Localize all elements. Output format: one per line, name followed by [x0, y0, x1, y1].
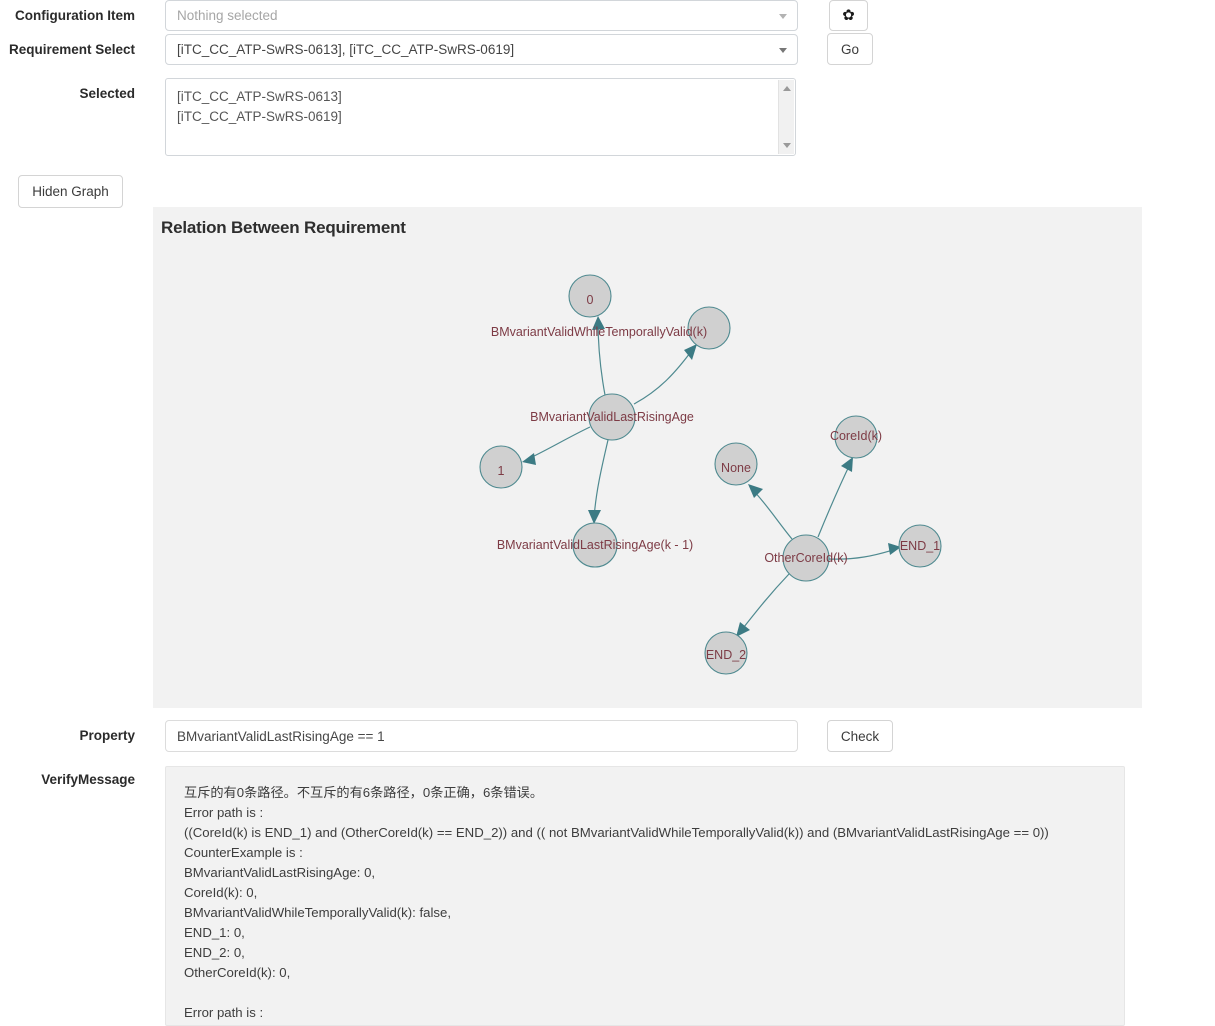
graph-node-label: BMvariantValidWhileTemporallyValid(k): [491, 325, 707, 339]
arrow-head-icon: [588, 510, 601, 524]
graph-node[interactable]: OtherCoreId(k): [764, 534, 848, 582]
settings-button[interactable]: ✿: [829, 0, 868, 31]
graph-node[interactable]: 1: [479, 445, 523, 489]
graph-node-label: END_2: [706, 648, 746, 662]
graph-edge: [633, 348, 694, 405]
graph-node-label: END_1: [900, 539, 940, 553]
list-item: [iTC_CC_ATP-SwRS-0613]: [177, 89, 342, 104]
list-item: [iTC_CC_ATP-SwRS-0619]: [177, 109, 342, 124]
requirement-select-value: [iTC_CC_ATP-SwRS-0613], [iTC_CC_ATP-SwRS…: [177, 42, 515, 57]
graph-node-label: None: [721, 461, 751, 475]
verify-message-label: VerifyMessage: [41, 772, 135, 787]
property-label: Property: [79, 728, 135, 743]
arrow-head-icon: [748, 484, 763, 498]
graph-node-label: BMvariantValidLastRisingAge: [530, 410, 694, 424]
graph-node-label: 0: [587, 293, 594, 307]
arrow-head-icon: [736, 622, 750, 637]
graph-panel: Relation Between Requirement 0 BMvariantV…: [153, 207, 1142, 708]
selected-label: Selected: [79, 86, 135, 101]
graph-node[interactable]: CoreId(k): [830, 415, 882, 459]
graph-edge: [739, 573, 790, 633]
graph-node-label: 1: [498, 464, 505, 478]
graph-node-label: OtherCoreId(k): [764, 551, 847, 565]
graph-node[interactable]: 0: [568, 274, 612, 318]
go-button[interactable]: Go: [827, 33, 873, 65]
graph-node[interactable]: None: [714, 442, 758, 486]
gear-icon: ✿: [842, 7, 855, 24]
graph-node[interactable]: END_2: [704, 631, 748, 675]
graph-edges: [522, 316, 901, 637]
scroll-up-icon[interactable]: [782, 86, 791, 91]
property-input[interactable]: [165, 720, 798, 752]
selected-scrollbar[interactable]: [778, 80, 794, 154]
selected-items: [iTC_CC_ATP-SwRS-0613] [iTC_CC_ATP-SwRS-…: [166, 79, 779, 155]
configuration-item-select[interactable]: Nothing selected: [165, 0, 798, 31]
scroll-down-icon[interactable]: [782, 143, 791, 148]
relation-graph[interactable]: 0 BMvariantValidWhileTemporallyValid(k) BM…: [153, 207, 1142, 708]
verify-message-box[interactable]: 互斥的有0条路径。不互斥的有6条路径，0条正确，6条错误。 Error path…: [165, 766, 1125, 1026]
graph-node-label: BMvariantValidLastRisingAge(k - 1): [497, 538, 693, 552]
selected-listbox[interactable]: [iTC_CC_ATP-SwRS-0613] [iTC_CC_ATP-SwRS-…: [165, 78, 796, 156]
graph-edge: [527, 426, 591, 460]
graph-node[interactable]: END_1: [898, 524, 942, 568]
graph-node[interactable]: BMvariantValidWhileTemporallyValid(k): [491, 306, 731, 350]
graph-edge: [817, 461, 852, 538]
requirement-select-label: Requirement Select: [8, 42, 135, 57]
requirement-select[interactable]: [iTC_CC_ATP-SwRS-0613], [iTC_CC_ATP-SwRS…: [165, 34, 798, 65]
chevron-down-icon: [779, 47, 787, 53]
verify-message-text: 互斥的有0条路径。不互斥的有6条路径，0条正确，6条错误。 Error path…: [184, 785, 1049, 1020]
graph-node[interactable]: BMvariantValidLastRisingAge(k - 1): [497, 522, 693, 568]
graph-node[interactable]: BMvariantValidLastRisingAge: [530, 393, 694, 441]
graph-nodes: 0 BMvariantValidWhileTemporallyValid(k) BM…: [479, 274, 942, 675]
configuration-item-label: Configuration Item: [15, 8, 135, 23]
configuration-item-value: Nothing selected: [177, 8, 278, 23]
graph-node-label: CoreId(k): [830, 429, 882, 443]
hide-graph-button[interactable]: Hiden Graph: [18, 175, 123, 208]
arrow-head-icon: [522, 453, 536, 465]
graph-edge: [751, 488, 793, 540]
check-button[interactable]: Check: [827, 720, 893, 752]
graph-edge: [593, 439, 609, 519]
chevron-down-icon: [779, 13, 787, 19]
